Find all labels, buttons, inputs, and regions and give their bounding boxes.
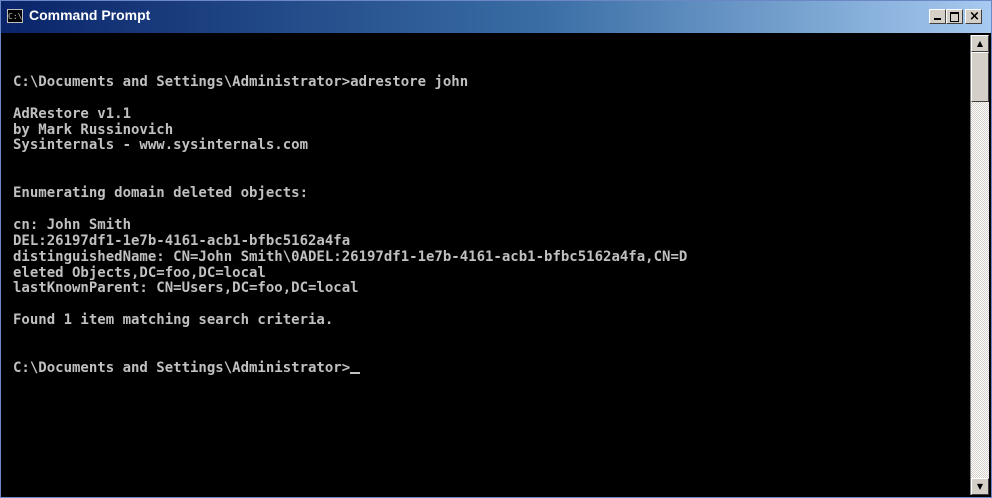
console-line: AdRestore v1.1 <box>13 105 132 122</box>
console-line: C:\Documents and Settings\Administrator> <box>13 360 967 377</box>
command-prompt-icon[interactable]: C:\ <box>7 9 23 23</box>
scroll-down-arrow-icon[interactable]: ▼ <box>971 478 989 495</box>
console-line: Sysinternals - www.sysinternals.com <box>13 137 309 154</box>
console-line: by Mark Russinovich <box>13 121 174 138</box>
console-line: DEL:26197df1-1e7b-4161-acb1-bfbc5162a4fa <box>13 232 351 249</box>
minimize-button[interactable] <box>929 9 946 24</box>
console-line: distinguishedName: CN=John Smith\0ADEL:2… <box>13 248 688 265</box>
close-icon: × <box>969 9 980 24</box>
console-line: eleted Objects,DC=foo,DC=local <box>13 264 266 281</box>
console-line: Found 1 item matching search criteria. <box>13 312 334 329</box>
console-line: lastKnownParent: CN=Users,DC=foo,DC=loca… <box>13 280 359 297</box>
vertical-scrollbar[interactable]: ▲ ▼ <box>970 35 989 495</box>
window-title: Command Prompt <box>29 7 151 23</box>
console-output[interactable]: C:\Documents and Settings\Administrator>… <box>5 35 967 493</box>
text-cursor <box>350 371 361 374</box>
title-bar[interactable]: C:\ Command Prompt × <box>1 1 991 33</box>
close-button[interactable]: × <box>965 9 982 24</box>
scrollbar-thumb[interactable] <box>971 52 989 102</box>
console-lines: C:\Documents and Settings\Administrator>… <box>5 35 967 377</box>
maximize-button[interactable] <box>946 9 963 24</box>
scroll-up-arrow-icon[interactable]: ▲ <box>971 35 989 52</box>
scrollbar-track[interactable] <box>971 102 989 478</box>
command-prompt-window: C:\ Command Prompt × C:\Documents and Se… <box>0 0 992 498</box>
console-line: cn: John Smith <box>13 216 132 233</box>
console-line: C:\Documents and Settings\Administrator>… <box>13 73 469 90</box>
console-line: Enumerating domain deleted objects: <box>13 185 309 202</box>
